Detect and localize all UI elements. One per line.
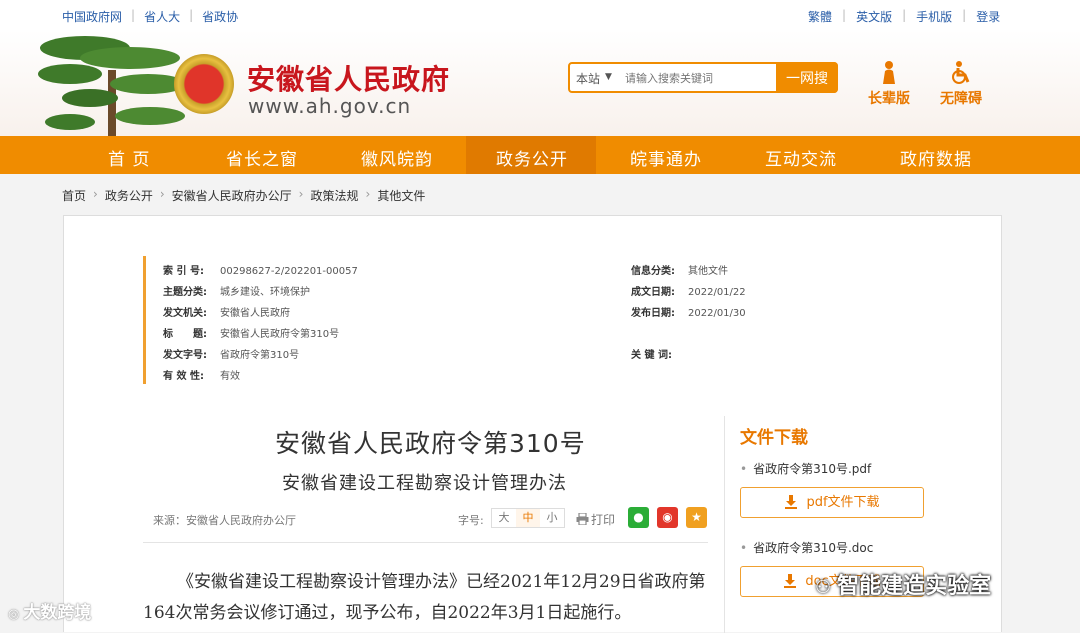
watermark-left-text: 大数跨境	[23, 603, 92, 623]
downloads-title: 文件下载	[740, 428, 808, 448]
accessible-mode-label: 无障碍	[940, 91, 982, 107]
search-box: 本站 ▼ 一网搜	[568, 62, 838, 93]
elder-icon	[883, 61, 895, 84]
download-icon	[785, 495, 798, 509]
site-header: 安徽省人民政府 www.ah.gov.cn 本站 ▼ 一网搜 长辈版 无障碍	[0, 30, 1080, 136]
font-size-large[interactable]: 大	[492, 509, 516, 527]
watermark-left: ◎ 大数跨境	[8, 598, 91, 623]
download-file-name: 省政府令第310号.doc	[753, 541, 874, 555]
meta-topic: 主题分类: 城乡建设、环境保护	[163, 287, 310, 298]
watermark-right-text: 智能建造实验室	[837, 574, 992, 599]
pine-tree-icon	[38, 36, 186, 136]
meta-title: 标 题: 安徽省人民政府令第310号	[163, 329, 340, 340]
nav-home[interactable]: 首 页	[108, 145, 150, 170]
watermark-right: ⚇ 智能建造实验室	[815, 568, 991, 600]
font-size-small[interactable]: 小	[540, 509, 564, 527]
link-provincial-cppcc[interactable]: 省政协	[202, 8, 238, 25]
breadcrumb-other-docs[interactable]: 其他文件	[377, 187, 425, 204]
meta-publish-date: 发布日期: 2022/01/30	[631, 308, 746, 319]
weibo-share-icon[interactable]: ◉	[657, 507, 678, 528]
meta-keywords: 关 键 词:	[631, 350, 672, 361]
breadcrumb-office[interactable]: 安徽省人民政府办公厅	[172, 187, 292, 204]
link-provincial-congress[interactable]: 省人大	[144, 8, 180, 25]
document-metadata: 索 引 号: 00298627-2/202201-00057 主题分类: 城乡建设、…	[143, 256, 943, 384]
bullet-icon: •	[740, 462, 748, 476]
download-file-doc: • 省政府令第310号.doc	[740, 539, 873, 556]
print-button[interactable]: 打印	[576, 511, 615, 528]
meta-validity: 有 效 性: 有效	[163, 371, 240, 382]
nav-culture[interactable]: 徽风皖韵	[361, 145, 433, 170]
link-english[interactable]: 英文版	[856, 8, 892, 25]
font-size-label: 字号:	[458, 514, 484, 527]
search-button[interactable]: 一网搜	[776, 62, 838, 93]
wechat-share-icon[interactable]: ●	[628, 507, 649, 528]
download-file-pdf: • 省政府令第310号.pdf	[740, 460, 871, 477]
meta-docno: 发文字号: 省政府令第310号	[163, 350, 300, 361]
elder-mode-label: 长辈版	[868, 91, 910, 107]
download-icon	[784, 574, 797, 588]
printer-icon	[576, 512, 589, 526]
nav-services[interactable]: 皖事通办	[630, 145, 702, 170]
separator: |	[189, 8, 194, 22]
link-traditional[interactable]: 繁體	[808, 8, 832, 25]
meta-category: 信息分类: 其他文件	[631, 266, 728, 277]
font-size-medium[interactable]: 中	[516, 509, 540, 527]
site-name[interactable]: 安徽省人民政府	[247, 58, 450, 98]
national-emblem-icon	[174, 54, 234, 114]
document-subtitle: 安徽省建设工程勘察设计管理办法	[282, 473, 567, 494]
utility-links: 繁體 | 英文版 | 手机版 | 登录	[808, 8, 1000, 25]
bullet-icon: •	[740, 541, 748, 555]
document-body: 《安徽省建设工程勘察设计管理办法》已经2021年12月29日省政府第164次常务…	[143, 572, 706, 623]
nav-governor-window[interactable]: 省长之窗	[226, 145, 298, 170]
wechat-logo-icon: ⚇	[815, 577, 832, 598]
separator: |	[131, 8, 136, 22]
breadcrumb-gov-affairs[interactable]: 政务公开	[105, 187, 153, 204]
chevron-right-icon: ›	[159, 187, 165, 201]
accessible-mode-link[interactable]: 无障碍	[940, 60, 982, 108]
chevron-down-icon[interactable]: ▼	[605, 72, 612, 82]
document-title: 安徽省人民政府令第310号	[275, 429, 586, 458]
nav-gov-affairs[interactable]: 政务公开	[496, 145, 568, 170]
top-links: 中国政府网 | 省人大 | 省政协	[62, 8, 238, 25]
chevron-right-icon: ›	[298, 187, 304, 201]
meta-index: 索 引 号: 00298627-2/202201-00057	[163, 266, 358, 277]
main-nav: 首 页 省长之窗 徽风皖韵 政务公开 皖事通办 互动交流 政府数据	[0, 136, 1080, 174]
chevron-right-icon: ›	[93, 187, 98, 201]
wheelchair-icon	[952, 61, 970, 84]
sidebar-divider	[724, 416, 725, 633]
separator: |	[842, 8, 847, 22]
site-url: www.ah.gov.cn	[248, 94, 412, 118]
pdf-download-button[interactable]: pdf文件下载	[740, 487, 924, 518]
separator: |	[962, 8, 967, 22]
search-input[interactable]	[625, 67, 775, 89]
top-bar: 中国政府网 | 省人大 | 省政协 繁體 | 英文版 | 手机版 | 登录	[0, 0, 1080, 30]
breadcrumb: 首页 › 政务公开 › 安徽省人民政府办公厅 › 政策法规 › 其他文件	[62, 187, 425, 204]
breadcrumb-home[interactable]: 首页	[62, 187, 86, 204]
divider	[143, 542, 708, 543]
elder-mode-link[interactable]: 长辈版	[868, 60, 910, 108]
watermark-logo-icon: ◎	[8, 607, 20, 622]
pdf-download-label: pdf文件下载	[806, 495, 880, 510]
download-file-name: 省政府令第310号.pdf	[753, 462, 872, 476]
breadcrumb-policy[interactable]: 政策法规	[310, 187, 358, 204]
favorite-star-icon[interactable]: ★	[686, 507, 707, 528]
search-scope-select[interactable]: 本站	[576, 70, 600, 87]
meta-written-date: 成文日期: 2022/01/22	[631, 287, 746, 298]
separator: |	[902, 8, 907, 22]
nav-interaction[interactable]: 互动交流	[765, 145, 837, 170]
meta-issuer: 发文机关: 安徽省人民政府	[163, 308, 290, 319]
chevron-right-icon: ›	[365, 187, 371, 201]
document-source: 来源：安徽省人民政府办公厅	[153, 514, 296, 527]
nav-gov-data[interactable]: 政府数据	[900, 145, 972, 170]
link-mobile[interactable]: 手机版	[916, 8, 952, 25]
font-size-switcher: 大 中 小	[491, 508, 565, 528]
link-gov-cn[interactable]: 中国政府网	[62, 8, 122, 25]
print-label: 打印	[591, 513, 616, 527]
link-login[interactable]: 登录	[976, 8, 1000, 25]
